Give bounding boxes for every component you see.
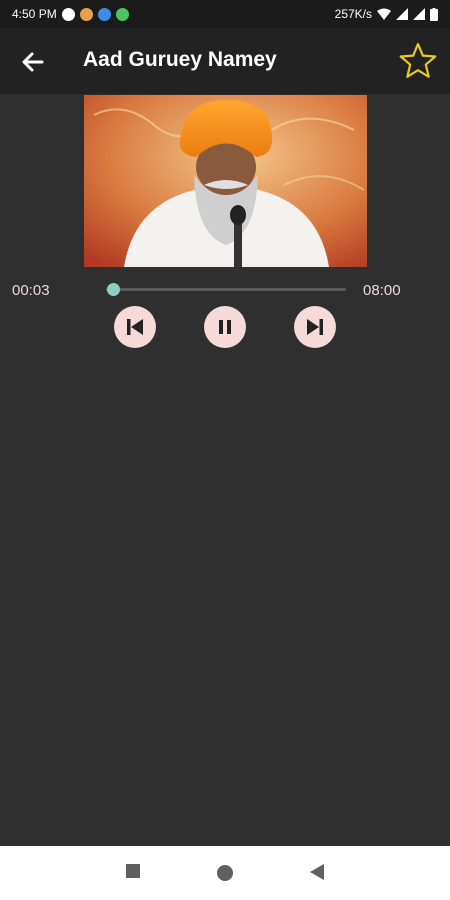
previous-track-icon: [127, 319, 143, 335]
recents-square-icon: [126, 864, 140, 878]
app-notification-icon: [79, 7, 93, 21]
back-button[interactable]: [18, 47, 48, 77]
previous-button[interactable]: [114, 306, 156, 348]
recents-button[interactable]: [126, 864, 140, 883]
status-bar-left: 4:50 PM: [12, 7, 129, 21]
pause-button[interactable]: [204, 306, 246, 348]
next-button[interactable]: [294, 306, 336, 348]
seek-bar-thumb[interactable]: [107, 283, 120, 296]
star-outline-icon: [399, 42, 437, 78]
app-notification-icon: [97, 7, 111, 21]
status-time: 4:50 PM: [12, 7, 57, 21]
arrow-back-icon: [22, 52, 44, 72]
home-button[interactable]: [217, 865, 233, 886]
battery-icon: [430, 7, 438, 21]
back-triangle-icon: [310, 864, 324, 880]
page-title: Aad Guruey Namey: [83, 48, 277, 71]
app-toolbar: Aad Guruey Namey: [0, 28, 450, 94]
check-circle-icon: [115, 7, 129, 21]
wifi-icon: [377, 8, 391, 20]
seek-bar[interactable]: [106, 283, 346, 296]
network-speed: 257K/s: [334, 7, 372, 21]
system-back-button[interactable]: [310, 864, 324, 885]
system-navigation-bar: [0, 846, 450, 900]
signal-icon: [413, 8, 425, 20]
video-thumbnail: [84, 95, 367, 267]
favorite-button[interactable]: [398, 41, 438, 81]
signal-icon: [396, 8, 408, 20]
home-circle-icon: [217, 865, 233, 881]
status-bar: 4:50 PM 257K/s: [0, 0, 450, 28]
total-duration: 08:00: [363, 282, 401, 299]
video-player[interactable]: [84, 95, 367, 267]
app-notification-icon: [61, 7, 75, 21]
pause-icon: [219, 320, 231, 334]
status-bar-right: 257K/s: [335, 7, 438, 21]
next-track-icon: [307, 319, 323, 335]
current-time: 00:03: [12, 282, 50, 299]
